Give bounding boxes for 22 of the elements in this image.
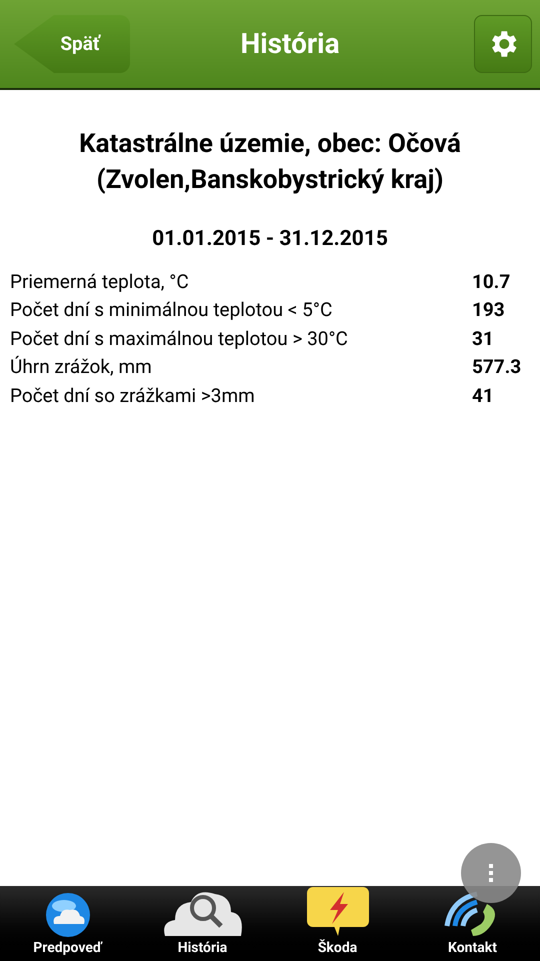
lightning-icon <box>306 886 370 938</box>
back-button[interactable]: Späť <box>14 15 130 73</box>
date-range: 01.01.2015 - 31.12.2015 <box>152 226 388 253</box>
more-icon <box>489 864 493 882</box>
nav-tab[interactable]: História <box>135 886 270 961</box>
nav-tab[interactable]: Škoda <box>270 886 405 961</box>
stat-label: Počet dní s maximálnou teplotou > 30°C <box>10 326 349 352</box>
location-title: Katastrálne územie, obec: Očová <box>79 128 461 161</box>
settings-button[interactable] <box>474 15 532 73</box>
stat-value: 577.3 <box>472 354 522 380</box>
location-region: (Zvolen,Banskobystrický kraj) <box>96 164 444 197</box>
stat-label: Úhrn zrážok, mm <box>10 354 153 380</box>
stat-label: Počet dní s minimálnou teplotou < 5°C <box>10 297 334 323</box>
stat-label: Priemerná teplota, °C <box>10 268 190 294</box>
stat-value: 41 <box>472 382 494 408</box>
stat-label: Počet dní so zrážkami >3mm <box>10 382 256 408</box>
stat-value: 193 <box>472 297 505 323</box>
stat-value: 31 <box>472 326 494 352</box>
stat-value: 10.7 <box>472 268 510 294</box>
nav-tab[interactable]: Kontakt <box>405 886 540 961</box>
nav-tab[interactable]: Predpoveď <box>0 886 135 961</box>
screen-title: História <box>240 26 340 62</box>
